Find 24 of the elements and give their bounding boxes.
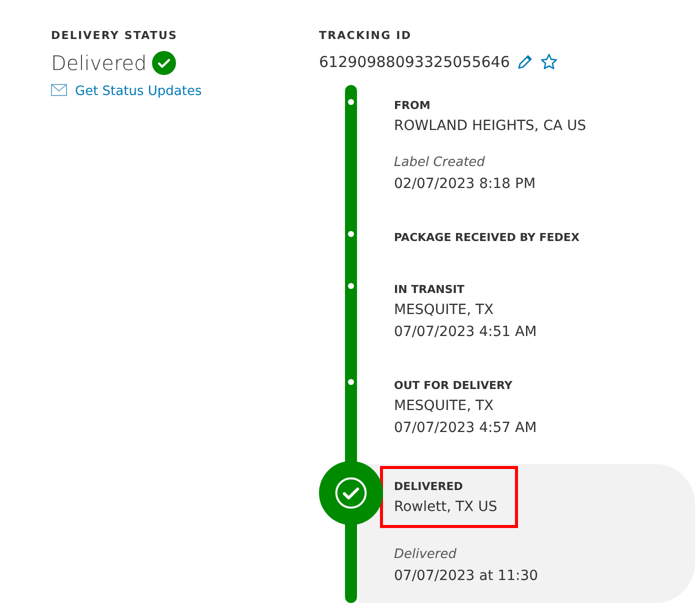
event-date: 07/07/2023 4:51 AM [394,323,538,342]
pencil-icon[interactable] [516,54,533,70]
event-note: Delivered [394,546,458,564]
section-label: TRACKING ID [319,29,413,43]
event-location: Rowlett, TX US [394,498,498,517]
check-circle-icon [335,477,367,509]
event-heading: FROM [394,98,432,114]
event-location: ROWLAND HEIGHTS, CA US [394,117,588,136]
event-date: 02/07/2023 8:18 PM [394,175,537,194]
event-note: Label Created [394,154,486,172]
status-updates-link[interactable]: Get Status Updates [75,83,202,101]
status-text: Delivered [51,50,147,76]
event-heading: IN TRANSIT [394,282,466,298]
event-location: MESQUITE, TX [394,301,495,320]
event-heading: DELIVERED [394,479,464,495]
event-heading: OUT FOR DELIVERY [394,378,514,394]
envelope-icon [51,84,67,96]
event-date: 07/07/2023 at 11:30 [394,567,540,586]
event-location: MESQUITE, TX [394,397,495,416]
tracking-number: 61290988093325055646 [319,52,510,72]
event-date: 07/07/2023 4:57 AM [394,419,538,438]
event-heading: PACKAGE RECEIVED BY FEDEX [394,230,580,246]
star-icon[interactable] [540,53,558,71]
section-label: DELIVERY STATUS [51,29,179,43]
